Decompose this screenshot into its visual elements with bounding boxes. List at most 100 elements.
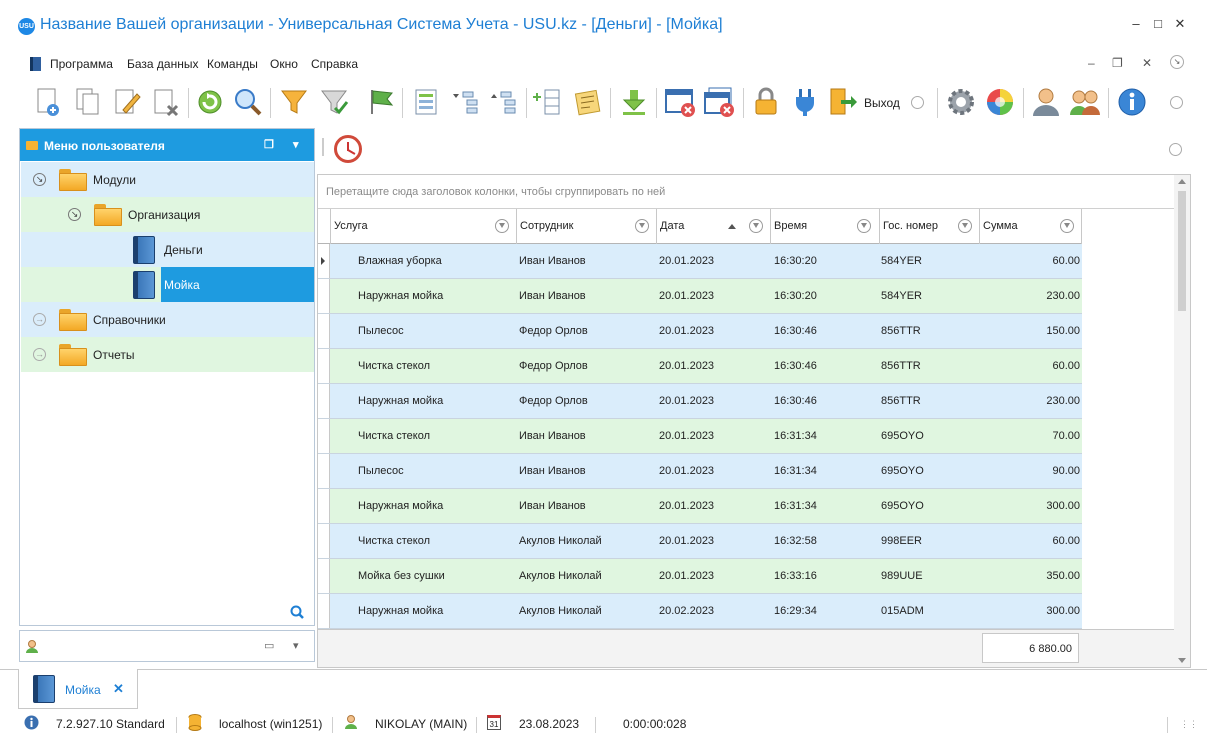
chevron-down-icon[interactable] <box>911 96 924 109</box>
users-button[interactable] <box>1069 86 1101 118</box>
close-window-button[interactable] <box>664 86 696 118</box>
menu-commands[interactable]: Команды <box>207 57 258 71</box>
float-panel-icon[interactable]: ▭ <box>264 639 274 652</box>
column-header-date[interactable]: Дата <box>656 209 770 244</box>
filter-icon[interactable] <box>857 219 871 233</box>
scroll-down-icon[interactable] <box>1178 658 1186 663</box>
filter-icon[interactable] <box>495 219 509 233</box>
tree-item-money[interactable]: Деньги <box>21 232 314 267</box>
close-button[interactable]: ✕ <box>1170 16 1190 32</box>
filter-icon[interactable] <box>749 219 763 233</box>
copy-record-button[interactable] <box>72 86 104 118</box>
lock-button[interactable] <box>750 86 782 118</box>
table-row[interactable]: Наружная мойка Акулов Николай 20.02.2023 16… <box>318 594 1082 629</box>
add-record-button[interactable] <box>32 86 64 118</box>
connect-button[interactable] <box>789 86 821 118</box>
search-button[interactable] <box>232 86 264 118</box>
exit-button[interactable] <box>827 86 859 118</box>
row-indicator[interactable] <box>318 489 330 523</box>
column-header-employee[interactable]: Сотрудник <box>516 209 656 244</box>
menu-help[interactable]: Справка <box>311 57 358 71</box>
tree-item-carwash[interactable]: Мойка <box>21 267 314 302</box>
edit-record-button[interactable] <box>111 86 143 118</box>
resize-grip-icon[interactable]: ⋮⋮ <box>1180 719 1198 730</box>
refresh-button[interactable] <box>194 86 226 118</box>
menu-program[interactable]: Программа <box>50 57 113 71</box>
clock-icon[interactable] <box>334 135 362 163</box>
tree-item-reports[interactable]: → Отчеты <box>21 337 314 372</box>
row-indicator[interactable] <box>318 454 330 488</box>
row-indicator[interactable] <box>318 384 330 418</box>
tree-item-modules[interactable]: ↘ Модули <box>21 162 314 197</box>
expand-tree-button[interactable] <box>449 86 481 118</box>
table-row[interactable]: Наружная мойка Иван Иванов 20.01.2023 16:30… <box>318 279 1082 314</box>
notes-button[interactable] <box>572 86 604 118</box>
delete-record-button[interactable] <box>150 86 182 118</box>
filter-icon[interactable] <box>958 219 972 233</box>
mdi-restore-button[interactable]: ❐ <box>1112 56 1123 70</box>
filter-button[interactable] <box>278 86 310 118</box>
table-row[interactable]: Мойка без сушки Акулов Николай 20.01.2023 1… <box>318 559 1082 594</box>
chevron-down-icon[interactable] <box>1169 143 1182 156</box>
table-row[interactable]: Чистка стекол Иван Иванов 20.01.2023 16:31:… <box>318 419 1082 454</box>
table-row[interactable]: Пылесос Федор Орлов 20.01.2023 16:30:46 856T… <box>318 314 1082 349</box>
chevron-down-icon[interactable]: ↘ <box>1170 55 1184 69</box>
row-indicator[interactable] <box>318 594 330 628</box>
scroll-up-icon[interactable] <box>1178 179 1186 184</box>
maximize-button[interactable]: □ <box>1148 16 1168 31</box>
tab-close-icon[interactable]: ✕ <box>113 681 124 697</box>
menu-database[interactable]: База данных <box>127 57 198 71</box>
tab-carwash[interactable]: Мойка ✕ <box>18 669 138 709</box>
row-indicator[interactable] <box>318 244 330 278</box>
table-row[interactable]: Пылесос Иван Иванов 20.01.2023 16:31:34 695O… <box>318 454 1082 489</box>
menu-window[interactable]: Окно <box>270 57 298 71</box>
row-indicator[interactable] <box>318 524 330 558</box>
mdi-minimize-button[interactable]: – <box>1088 56 1095 70</box>
minimize-button[interactable]: – <box>1126 16 1146 31</box>
add-column-button[interactable] <box>533 86 565 118</box>
table-row[interactable]: Наружная мойка Федор Орлов 20.01.2023 16:30… <box>318 384 1082 419</box>
export-button[interactable] <box>618 86 650 118</box>
group-panel[interactable]: Перетащите сюда заголовок колонки, чтобы… <box>318 175 1174 209</box>
filter-icon[interactable] <box>635 219 649 233</box>
collapse-tree-button[interactable] <box>487 86 519 118</box>
about-button[interactable] <box>1116 86 1148 118</box>
filter-icon[interactable] <box>1060 219 1074 233</box>
expander-icon[interactable]: → <box>33 348 46 361</box>
row-indicator[interactable] <box>318 279 330 313</box>
column-header-time[interactable]: Время <box>770 209 879 244</box>
row-indicator[interactable] <box>318 314 330 348</box>
add-row-button[interactable] <box>410 86 442 118</box>
row-indicator[interactable] <box>318 419 330 453</box>
grip-handle[interactable] <box>322 138 324 156</box>
vertical-scrollbar[interactable] <box>1174 175 1190 667</box>
chevron-down-icon[interactable] <box>1170 96 1183 109</box>
pin-icon[interactable]: ▾ <box>293 639 299 652</box>
table-row[interactable]: Чистка стекол Федор Орлов 20.01.2023 16:30:… <box>318 349 1082 384</box>
float-panel-icon[interactable]: ❐ <box>264 138 274 151</box>
color-scheme-button[interactable] <box>984 86 1016 118</box>
exit-label[interactable]: Выход <box>864 96 900 110</box>
table-row[interactable]: Влажная уборка Иван Иванов 20.01.2023 16:30… <box>318 244 1082 279</box>
table-row[interactable]: Наружная мойка Иван Иванов 20.01.2023 16:31… <box>318 489 1082 524</box>
row-indicator[interactable] <box>318 349 330 383</box>
column-header-service[interactable]: Услуга <box>330 209 516 244</box>
tree-item-references[interactable]: → Справочники <box>21 302 314 337</box>
settings-button[interactable] <box>945 86 977 118</box>
column-header-sum[interactable]: Сумма <box>979 209 1082 244</box>
expander-icon[interactable]: ↘ <box>68 208 81 221</box>
row-indicator[interactable] <box>318 559 330 593</box>
close-all-windows-button[interactable] <box>703 86 735 118</box>
pin-icon[interactable]: ▾ <box>293 138 299 151</box>
flag-button[interactable] <box>365 86 397 118</box>
search-icon[interactable] <box>290 605 304 619</box>
user-button[interactable] <box>1030 86 1062 118</box>
column-header-plate[interactable]: Гос. номер <box>879 209 979 244</box>
tree-item-organization[interactable]: ↘ Организация <box>21 197 314 232</box>
scroll-thumb[interactable] <box>1178 191 1186 311</box>
table-row[interactable]: Чистка стекол Акулов Николай 20.01.2023 16:… <box>318 524 1082 559</box>
expander-icon[interactable]: → <box>33 313 46 326</box>
mdi-close-button[interactable]: ✕ <box>1142 56 1152 70</box>
expander-icon[interactable]: ↘ <box>33 173 46 186</box>
apply-filter-button[interactable] <box>318 86 350 118</box>
